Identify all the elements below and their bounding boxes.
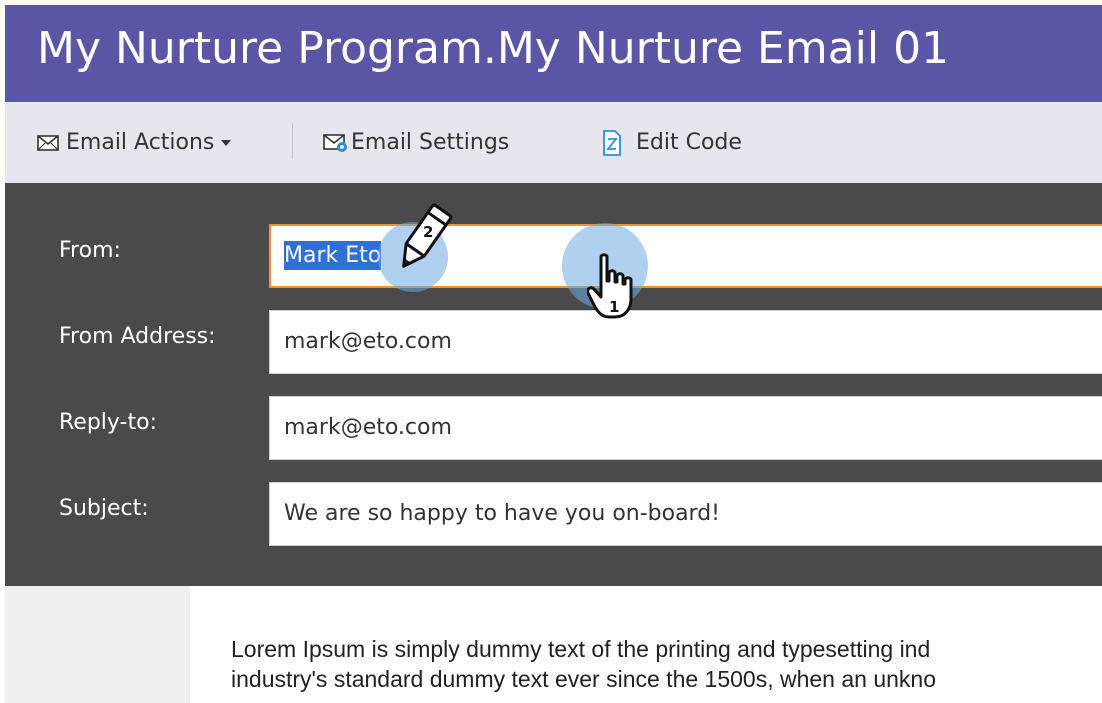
email-header-panel: From: Mark Eto From Address: mark@eto.co… [5, 183, 1102, 586]
toolbar: Email Actions Email Settings Edit Code [5, 102, 1102, 183]
from-address-label: From Address: [59, 324, 216, 349]
edit-code-label: Edit Code [636, 130, 742, 155]
envelope-gear-icon [323, 133, 349, 153]
edit-code-button[interactable]: Edit Code [602, 102, 742, 183]
code-file-icon [602, 129, 622, 156]
from-address-value: mark@eto.com [284, 329, 452, 354]
email-actions-label: Email Actions [66, 130, 215, 155]
reply-to-value: mark@eto.com [284, 415, 452, 440]
toolbar-divider [292, 123, 293, 159]
body-text: Lorem Ipsum is simply dummy text of the … [231, 634, 1102, 694]
email-settings-label: Email Settings [351, 130, 510, 155]
step-2-number: 2 [423, 223, 433, 241]
from-label: From: [59, 238, 121, 263]
email-editor: My Nurture Program.My Nurture Email 01 E… [5, 5, 1102, 703]
body-text-line: industry's standard dummy text ever sinc… [231, 666, 937, 692]
chevron-down-icon [221, 139, 232, 146]
email-settings-button[interactable]: Email Settings [323, 102, 509, 183]
page-title: My Nurture Program.My Nurture Email 01 [37, 23, 950, 74]
subject-label: Subject: [59, 496, 149, 521]
email-body-preview[interactable]: Lorem Ipsum is simply dummy text of the … [5, 586, 1102, 703]
email-actions-button[interactable]: Email Actions [37, 102, 232, 183]
subject-value: We are so happy to have you on-board! [284, 501, 721, 526]
step-1-number: 1 [609, 298, 619, 316]
title-bar: My Nurture Program.My Nurture Email 01 [5, 5, 1102, 102]
hand-pointer-icon: 1 [586, 253, 647, 329]
reply-to-label: Reply-to: [59, 410, 157, 435]
body-left-gutter [5, 586, 190, 703]
from-field-value: Mark Eto [284, 241, 382, 270]
body-text-line: Lorem Ipsum is simply dummy text of the … [231, 636, 931, 662]
envelope-icon [37, 134, 59, 151]
subject-field[interactable]: We are so happy to have you on-board! [269, 482, 1102, 546]
pencil-icon: 2 [398, 201, 460, 283]
from-address-field[interactable]: mark@eto.com [269, 310, 1102, 374]
reply-to-field[interactable]: mark@eto.com [269, 396, 1102, 460]
